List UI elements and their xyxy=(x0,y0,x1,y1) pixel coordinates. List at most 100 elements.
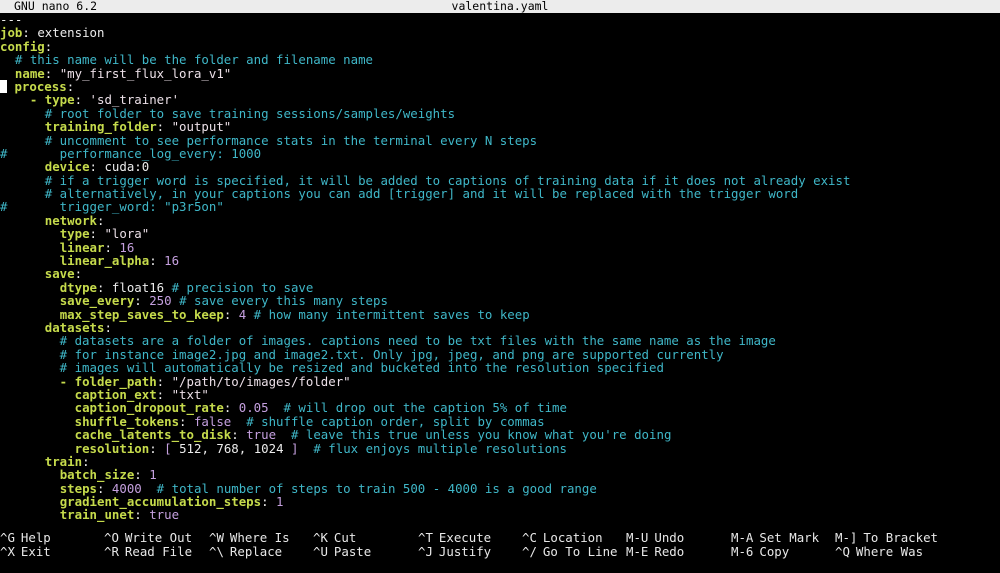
shortcut-label: Location xyxy=(542,530,603,545)
shortcut-go-to-line[interactable]: ^/ Go To Line xyxy=(522,545,618,558)
shortcut-justify[interactable]: ^J Justify xyxy=(418,545,491,558)
terminal-window: GNU nano 6.2 valentina.yaml --- job: exte… xyxy=(0,0,1000,573)
editor-line[interactable]: steps: 4000 # total number of steps to t… xyxy=(0,481,1000,495)
shortcut-to-bracket[interactable]: M-] To Bracket xyxy=(835,531,938,544)
shortcut-label: Set Mark xyxy=(759,530,820,545)
editor-line[interactable]: gradient_accumulation_steps: 1 xyxy=(0,495,1000,508)
editor-line[interactable]: # datasets are a folder of images. capti… xyxy=(0,334,1000,347)
editor-line[interactable]: --- xyxy=(0,13,1000,26)
shortcut-label: Where Was xyxy=(855,544,924,559)
shortcut-set-mark[interactable]: M-A Set Mark xyxy=(731,531,819,544)
editor-line[interactable]: # root folder to save training sessions/… xyxy=(0,107,1000,120)
nano-title-bar: GNU nano 6.2 valentina.yaml xyxy=(0,0,1000,13)
editor-line[interactable]: device: cuda:0 xyxy=(0,160,1000,173)
editor-line[interactable]: datasets: xyxy=(0,321,1000,334)
editor-line[interactable]: - type: 'sd_trainer' xyxy=(0,93,1000,106)
shortcut-redo[interactable]: M-E Redo xyxy=(626,545,684,558)
shortcut-label: Where Is xyxy=(229,530,290,545)
shortcut-key: ^C xyxy=(522,530,537,545)
code-token: 1 xyxy=(276,494,284,510)
shortcut-where-is[interactable]: ^W Where Is xyxy=(209,531,290,544)
editor-line[interactable]: max_step_saves_to_keep: 4 # how many int… xyxy=(0,306,1000,322)
editor-line[interactable]: network: xyxy=(0,214,1000,227)
shortcut-help[interactable]: ^G Help xyxy=(0,531,51,544)
editor-line[interactable]: shuffle_tokens: false # shuffle caption … xyxy=(0,415,1000,428)
shortcut-paste[interactable]: ^U Paste xyxy=(313,545,371,558)
shortcut-key: ^R xyxy=(104,544,119,559)
editor-line[interactable]: # this name will be the folder and filen… xyxy=(0,53,1000,66)
editor-line[interactable]: # trigger_word: "p3r5on" xyxy=(0,200,1000,213)
code-token: : xyxy=(134,507,150,523)
code-token: true xyxy=(149,507,180,523)
editor-line[interactable]: # uncomment to see performance stats in … xyxy=(0,133,1000,147)
editor-line[interactable]: caption_dropout_rate: 0.05 # will drop o… xyxy=(0,401,1000,414)
editor-line[interactable]: # performance_log_every: 1000 xyxy=(0,147,1000,160)
shortcut-execute[interactable]: ^T Execute xyxy=(418,531,491,544)
editor-line[interactable]: # images will automatically be resized a… xyxy=(0,361,1000,374)
editor-line[interactable]: - folder_path: "/path/to/images/folder" xyxy=(0,374,1000,388)
code-token: : xyxy=(223,306,239,322)
code-token: # how many intermittent saves to keep xyxy=(253,306,530,322)
code-token: : xyxy=(149,440,165,456)
editor-line[interactable]: train_unet: true xyxy=(0,508,1000,521)
shortcut-key: M-A xyxy=(731,530,754,545)
text-cursor xyxy=(0,79,7,93)
code-token: 768 xyxy=(216,440,239,456)
code-token: "my_first_flux_lora_v1" xyxy=(59,65,232,81)
editor-line[interactable]: training_folder: "output" xyxy=(0,120,1000,133)
shortcut-label: Justify xyxy=(438,544,492,559)
editor-line[interactable]: linear_alpha: 16 xyxy=(0,254,1000,267)
code-token: ] xyxy=(283,440,299,456)
text-editor-area[interactable]: --- job: extension config: # this name wil… xyxy=(0,13,1000,522)
shortcut-label: Execute xyxy=(438,530,492,545)
shortcut-key: ^/ xyxy=(522,544,537,559)
editor-line[interactable]: process: xyxy=(0,80,1000,93)
shortcut-undo[interactable]: M-U Undo xyxy=(626,531,684,544)
editor-line[interactable]: type: "lora" xyxy=(0,227,1000,240)
shortcut-label: Exit xyxy=(20,544,51,559)
editor-line[interactable]: resolution: [ 512, 768, 1024 ] # flux en… xyxy=(0,440,1000,456)
editor-line[interactable]: cache_latents_to_disk: true # leave this… xyxy=(0,428,1000,441)
shortcut-key: M-] xyxy=(835,530,858,545)
editor-line[interactable]: job: extension xyxy=(0,26,1000,39)
shortcut-label: Read File xyxy=(124,544,193,559)
shortcut-replace[interactable]: ^\ Replace xyxy=(209,545,282,558)
shortcut-key: ^W xyxy=(209,530,224,545)
code-token: train_unet xyxy=(59,507,135,523)
editor-line[interactable]: # alternatively, in your captions you ca… xyxy=(0,187,1000,200)
editor-line[interactable]: caption_ext: "txt" xyxy=(0,388,1000,401)
shortcut-label: Copy xyxy=(759,544,790,559)
editor-line[interactable]: config: xyxy=(0,40,1000,53)
shortcut-label: Undo xyxy=(654,530,685,545)
shortcut-key: ^X xyxy=(0,544,15,559)
shortcut-location[interactable]: ^C Location xyxy=(522,531,603,544)
shortcut-label: Replace xyxy=(229,544,283,559)
shortcut-copy[interactable]: M-6 Copy xyxy=(731,545,789,558)
shortcut-key: M-6 xyxy=(731,544,754,559)
shortcut-key: M-U xyxy=(626,530,649,545)
shortcut-exit[interactable]: ^X Exit xyxy=(0,545,51,558)
code-token: 16 xyxy=(164,253,180,269)
editor-line[interactable]: dtype: float16 # precision to save xyxy=(0,281,1000,294)
editor-line[interactable]: train: xyxy=(0,455,1000,468)
shortcut-where-was[interactable]: ^Q Where Was xyxy=(835,545,923,558)
shortcut-key: ^\ xyxy=(209,544,224,559)
shortcut-write-out[interactable]: ^O Write Out xyxy=(104,531,192,544)
shortcut-label: Help xyxy=(20,530,51,545)
code-token: 4 xyxy=(238,306,254,322)
editor-line[interactable]: batch_size: 1 xyxy=(0,468,1000,481)
editor-line[interactable]: save_every: 250 # save every this many s… xyxy=(0,294,1000,307)
editor-line[interactable]: name: "my_first_flux_lora_v1" xyxy=(0,65,1000,81)
editor-line[interactable]: save: xyxy=(0,267,1000,280)
shortcut-key: ^U xyxy=(313,544,328,559)
editor-line[interactable]: # if a trigger word is specified, it wil… xyxy=(0,173,1000,187)
shortcut-key: ^K xyxy=(313,530,328,545)
code-token: , xyxy=(238,440,254,456)
shortcut-key: ^T xyxy=(418,530,433,545)
editor-line[interactable]: linear: 16 xyxy=(0,240,1000,254)
shortcut-read-file[interactable]: ^R Read File xyxy=(104,545,192,558)
shortcut-cut[interactable]: ^K Cut xyxy=(313,531,356,544)
shortcut-label: Cut xyxy=(333,530,357,545)
editor-line[interactable]: # for instance image2.jpg and image2.txt… xyxy=(0,348,1000,361)
shortcut-key: ^J xyxy=(418,544,433,559)
